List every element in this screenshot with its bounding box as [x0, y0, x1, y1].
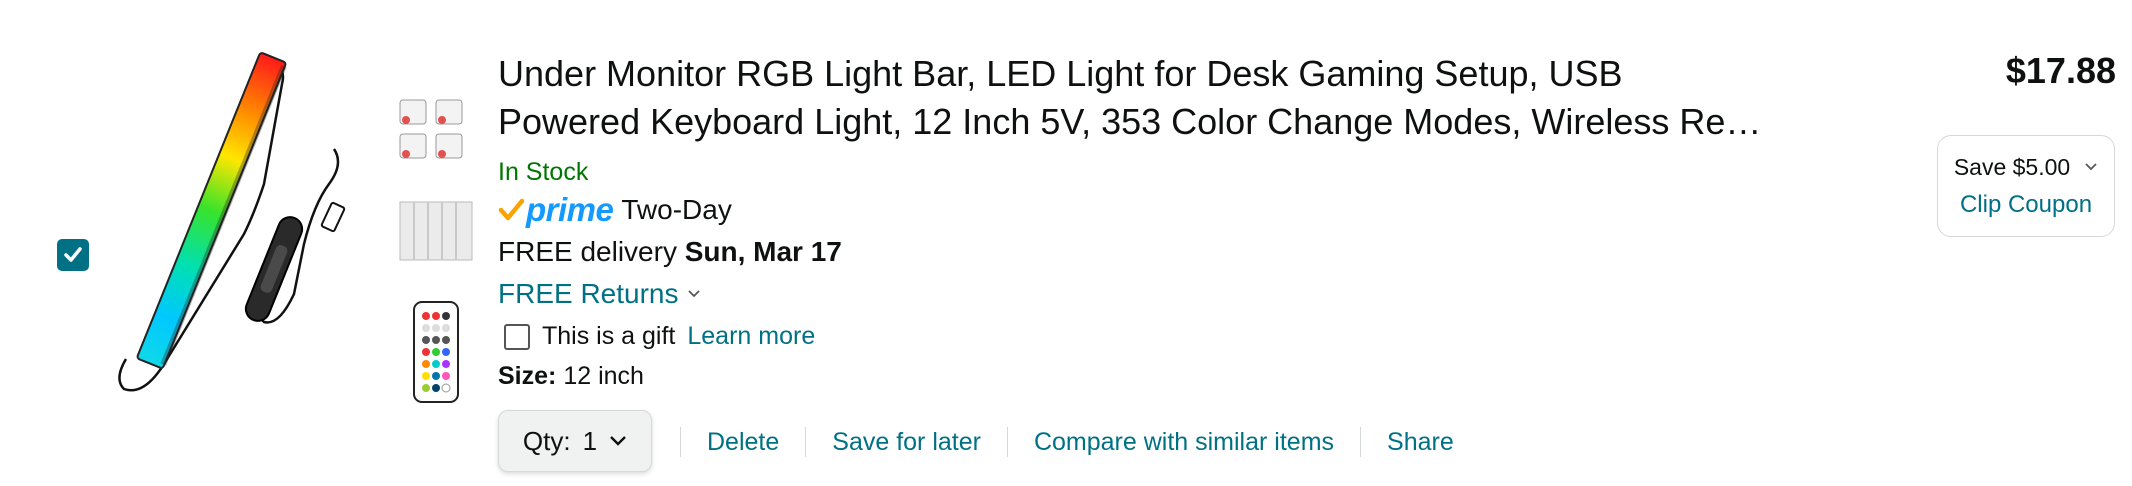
size-label: Size: — [498, 362, 557, 390]
delivery-date: Sun, Mar 17 — [684, 236, 842, 267]
gift-checkbox[interactable] — [504, 323, 530, 350]
prime-check-icon — [498, 198, 524, 221]
gift-option: This is a gift Learn more — [504, 322, 815, 351]
coupon-savings[interactable]: Save $5.00 — [1954, 154, 2098, 181]
size-value: 12 inch — [563, 362, 644, 390]
share-link[interactable]: Share — [1361, 428, 1480, 457]
quantity-dropdown[interactable]: Qty: 1 — [498, 410, 652, 472]
item-price: $17.88 — [2005, 50, 2116, 91]
prime-speed: Two-Day — [621, 194, 732, 225]
coupon-box[interactable]: Save $5.00 Clip Coupon — [1937, 135, 2115, 237]
size-info: Size: 12 inch — [498, 362, 644, 391]
prime-logo-text: prime — [526, 191, 614, 228]
thumbnail-adhesive-strips[interactable] — [392, 196, 478, 264]
thumbnail-remote-control[interactable] — [392, 298, 478, 406]
free-returns-link[interactable]: FREE Returns — [498, 278, 701, 310]
product-title-line-2[interactable]: Powered Keyboard Light, 12 Inch 5V, 353 … — [498, 98, 1798, 146]
thumbnail-adhesive-clips[interactable] — [392, 90, 478, 170]
save-for-later-link[interactable]: Save for later — [806, 428, 1007, 457]
delivery-info: FREE delivery Sun, Mar 17 — [498, 236, 842, 268]
coupon-save-label: Save $5.00 — [1953, 153, 2071, 180]
compare-similar-link[interactable]: Compare with similar items — [1008, 428, 1360, 457]
product-title-line-1[interactable]: Under Monitor RGB Light Bar, LED Light f… — [498, 50, 1798, 98]
item-select-checkbox[interactable] — [57, 239, 89, 271]
gift-label: This is a gift — [542, 322, 676, 350]
gift-learn-more-link[interactable]: Learn more — [687, 322, 815, 351]
checkmark-icon — [64, 247, 82, 262]
clip-coupon-link[interactable]: Clip Coupon — [1960, 191, 2092, 219]
delete-link[interactable]: Delete — [681, 428, 805, 457]
product-title[interactable]: Under Monitor RGB Light Bar, LED Light f… — [498, 50, 1798, 146]
chevron-down-icon — [610, 436, 626, 446]
prime-badge: prime Two-Day — [498, 191, 732, 228]
chevron-down-icon — [2085, 163, 2097, 171]
chevron-down-icon — [687, 290, 700, 298]
delivery-prefix: FREE delivery — [498, 236, 677, 267]
free-returns-label[interactable]: FREE Returns — [498, 278, 679, 310]
item-actions: Delete Save for later Compare with simil… — [680, 424, 1480, 460]
stock-status: In Stock — [498, 158, 589, 186]
product-image[interactable] — [104, 44, 374, 424]
quantity-label: Qty: — [522, 425, 571, 456]
quantity-value: 1 — [582, 425, 598, 456]
